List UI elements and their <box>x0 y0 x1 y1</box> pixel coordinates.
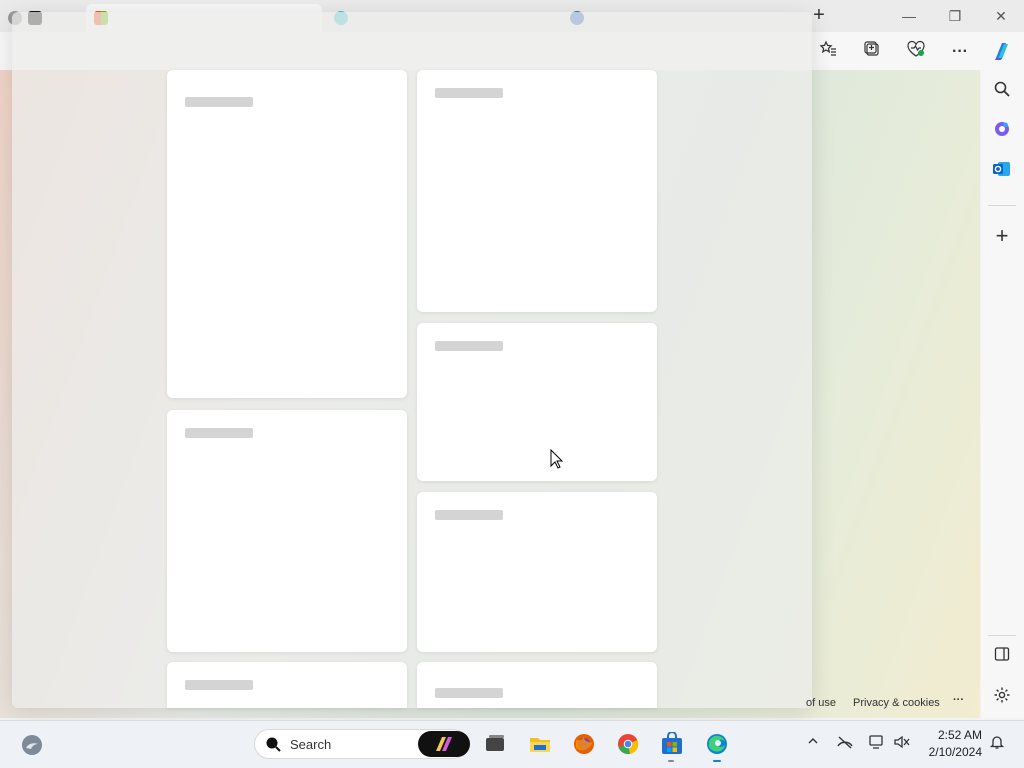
search-icon <box>264 735 282 753</box>
minimize-button[interactable]: — <box>886 0 932 32</box>
firefox-icon[interactable] <box>572 732 596 756</box>
panel-icon[interactable] <box>990 646 1014 670</box>
feed-card[interactable] <box>417 323 657 481</box>
mouse-cursor <box>550 448 564 469</box>
loading-placeholder <box>435 510 503 520</box>
outlook-icon[interactable] <box>990 160 1014 184</box>
edge-icon[interactable] <box>705 732 729 756</box>
more-icon[interactable]: ··· <box>948 40 972 64</box>
microsoft-store-icon[interactable] <box>660 731 684 756</box>
loading-placeholder <box>185 680 253 690</box>
running-indicator <box>668 760 674 762</box>
settings-icon[interactable] <box>990 686 1014 710</box>
feed-card[interactable] <box>167 70 407 398</box>
feed-card[interactable] <box>417 70 657 312</box>
sidebar-divider-bottom <box>988 635 1016 636</box>
task-view-icon[interactable] <box>483 732 507 756</box>
sidebar-divider <box>988 205 1016 206</box>
loading-placeholder <box>185 428 253 438</box>
privacy-link[interactable]: Privacy & cookies <box>853 697 940 709</box>
widgets-icon[interactable] <box>20 733 44 757</box>
clock-date[interactable]: 2/10/2024 <box>918 745 982 759</box>
terms-link[interactable]: of use <box>806 697 836 709</box>
collections-icon[interactable] <box>860 40 884 64</box>
display-icon[interactable] <box>868 734 886 753</box>
active-indicator <box>713 760 721 762</box>
network-icon[interactable] <box>836 734 854 753</box>
loading-placeholder <box>435 688 503 698</box>
feed-overlay-panel <box>12 12 812 708</box>
chrome-icon[interactable] <box>616 732 640 756</box>
restore-button[interactable]: ❐ <box>932 0 978 32</box>
tray-chevron-icon[interactable] <box>804 734 822 751</box>
feed-card[interactable] <box>167 662 407 708</box>
copilot-icon[interactable] <box>990 40 1014 64</box>
favorites-icon[interactable] <box>816 40 840 64</box>
feed-card[interactable] <box>167 410 407 652</box>
footer-more-button[interactable]: ··· <box>953 694 964 706</box>
volume-muted-icon[interactable] <box>893 734 911 753</box>
file-explorer-icon[interactable] <box>528 732 552 756</box>
loading-placeholder <box>435 341 503 351</box>
add-icon[interactable]: + <box>990 224 1014 248</box>
search-label: Search <box>290 737 332 752</box>
search-icon[interactable] <box>990 80 1014 104</box>
feed-card[interactable] <box>417 662 657 708</box>
loading-placeholder <box>185 97 253 107</box>
clock-time[interactable]: 2:52 AM <box>928 728 982 742</box>
feed-card[interactable] <box>417 492 657 652</box>
copilot-taskbar-icon[interactable] <box>418 731 470 757</box>
loading-placeholder <box>435 88 503 98</box>
notifications-icon[interactable] <box>988 734 1006 753</box>
copilot-apps-icon[interactable] <box>990 120 1014 144</box>
close-window-button[interactable]: ✕ <box>978 0 1024 32</box>
browser-essentials-icon[interactable] <box>904 40 928 64</box>
